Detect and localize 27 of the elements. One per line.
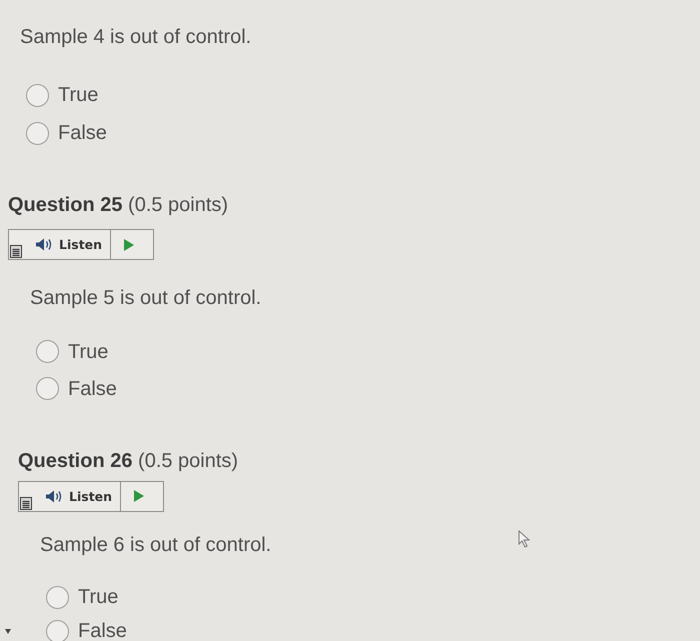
radio-button[interactable] <box>36 340 59 363</box>
option-label: False <box>58 123 107 143</box>
question-heading: Question 25 (0.5 points) <box>8 193 228 217</box>
speaker-icon <box>36 238 52 251</box>
cursor-icon <box>518 530 531 548</box>
option-label: False <box>78 621 127 641</box>
radio-button[interactable] <box>46 586 69 608</box>
play-icon <box>134 490 144 502</box>
question-heading: Question 26 (0.5 points) <box>18 448 238 472</box>
menu-icon[interactable] <box>20 496 32 510</box>
option-label: True <box>78 587 118 607</box>
speaker-icon <box>46 490 62 502</box>
radio-button[interactable] <box>46 620 69 641</box>
option-label: True <box>68 342 108 362</box>
listen-button[interactable]: Listen <box>22 230 112 259</box>
question-prompt: Sample 6 is out of control. <box>40 532 272 556</box>
listen-button[interactable]: Listen <box>32 482 122 510</box>
radio-button[interactable] <box>26 122 49 144</box>
radio-button[interactable] <box>26 84 49 106</box>
play-icon <box>124 238 134 250</box>
caret-icon <box>5 629 11 634</box>
question-prompt: Sample 5 is out of control. <box>30 286 262 310</box>
option-label: True <box>58 85 98 105</box>
menu-icon[interactable] <box>10 245 22 258</box>
radio-button[interactable] <box>36 377 59 400</box>
option-label: False <box>68 378 117 398</box>
question-prompt: Sample 4 is out of control. <box>20 25 252 49</box>
